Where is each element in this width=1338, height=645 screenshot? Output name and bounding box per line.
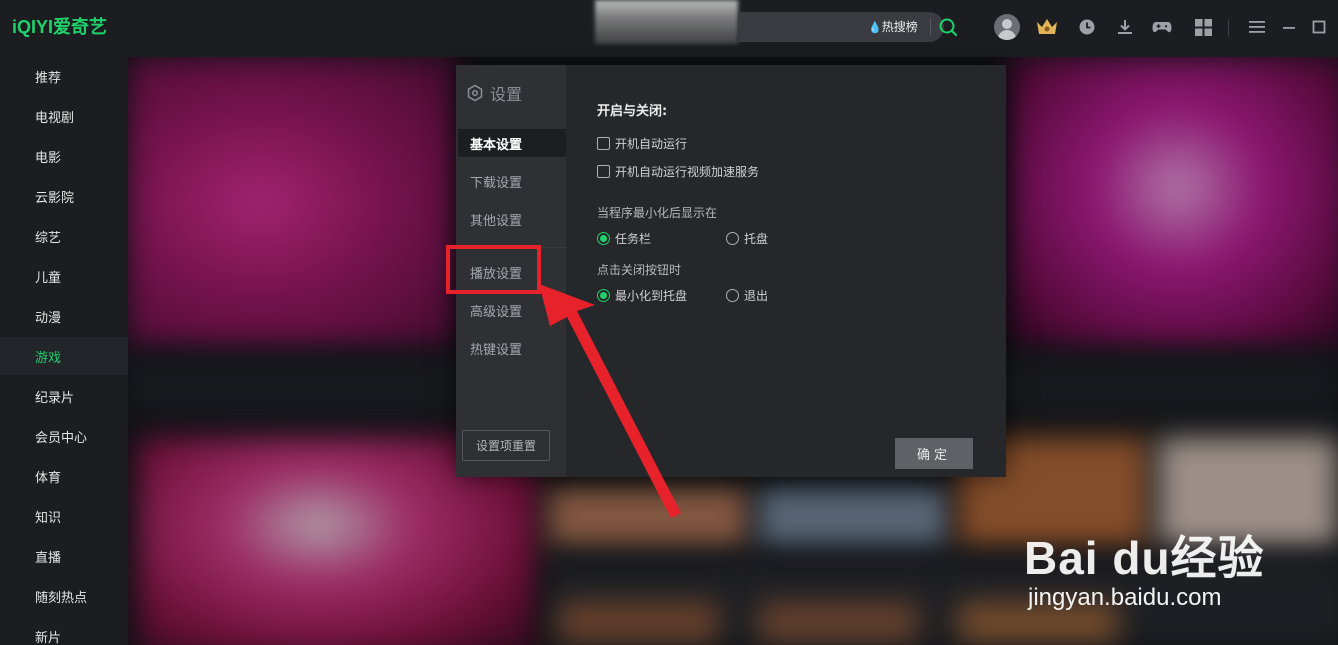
sidebar-item-label: 推荐 — [35, 70, 62, 86]
checkbox-label: 开机自动运行视频加速服务 — [615, 165, 760, 179]
settings-tab-basic[interactable]: 基本设置 — [458, 129, 566, 157]
section-title: 开启与关闭: — [597, 104, 668, 119]
history-icon[interactable] — [1074, 14, 1100, 40]
radio-button[interactable] — [726, 232, 739, 245]
sidebar-item-label: 电影 — [35, 150, 62, 166]
watermark-brand: Bai du经验 — [1024, 532, 1265, 584]
sidebar-item-cloud-cinema[interactable]: 云影院 — [0, 177, 128, 215]
checkbox-label: 开机自动运行 — [615, 137, 688, 151]
sidebar-item-games[interactable]: 游戏 — [0, 337, 128, 375]
baidu-jingyan-watermark: Bai du经验 jingyan.baidu.com — [1024, 498, 1324, 623]
radio-button[interactable] — [597, 232, 610, 245]
search-box[interactable]: 💧热搜榜 — [738, 12, 958, 42]
close-behavior-label: 点击关闭按钮时 — [597, 263, 682, 277]
sidebar-item-knowledge[interactable]: 知识 — [0, 497, 128, 535]
sidebar-item-sports[interactable]: 体育 — [0, 457, 128, 495]
settings-title: 设置 — [466, 81, 522, 105]
checkbox-box[interactable] — [597, 137, 610, 150]
iqiyi-logo[interactable]: iQIYI爱奇艺 — [12, 14, 107, 38]
sidebar-item-movies[interactable]: 电影 — [0, 137, 128, 175]
sidebar-item-label: 新片 — [35, 630, 62, 645]
close-minimize-tray-radio[interactable]: 最小化到托盘 — [597, 287, 687, 304]
confirm-button[interactable]: 确定 — [895, 438, 973, 469]
flame-icon: 💧 — [868, 21, 882, 34]
minimize-display-label: 当程序最小化后显示在 — [597, 206, 718, 220]
settings-tab-advanced[interactable]: 高级设置 — [458, 296, 566, 324]
avatar[interactable] — [994, 14, 1020, 40]
radio-label: 任务栏 — [615, 232, 652, 246]
reset-settings-button[interactable]: 设置项重置 — [462, 430, 550, 461]
topbar-divider — [1228, 20, 1229, 36]
sidebar-item-label: 云影院 — [35, 190, 75, 206]
sidebar-item-label: 纪录片 — [35, 390, 75, 406]
checkbox-box[interactable] — [597, 165, 610, 178]
sidebar-item-label: 游戏 — [35, 350, 62, 366]
close-exit-radio[interactable]: 退出 — [726, 287, 768, 304]
sidebar-item-anime[interactable]: 动漫 — [0, 297, 128, 335]
sidebar-item-label: 综艺 — [35, 230, 62, 246]
settings-tab-hotkeys[interactable]: 热键设置 — [458, 334, 566, 362]
sidebar-item-label: 儿童 — [35, 270, 62, 286]
radio-button[interactable] — [597, 289, 610, 302]
user-avatar-icon — [994, 14, 1020, 40]
hot-search-link[interactable]: 💧热搜榜 — [868, 18, 918, 35]
top-bar: 💧热搜榜 — [128, 0, 1338, 57]
radio-label: 最小化到托盘 — [615, 289, 688, 303]
logo-text: iQIYI爱奇艺 — [12, 17, 108, 37]
sidebar-item-tv-series[interactable]: 电视剧 — [0, 97, 128, 135]
watermark-url: jingyan.baidu.com — [1028, 584, 1222, 611]
settings-title-text: 设置 — [490, 85, 523, 104]
settings-tab-label: 下载设置 — [470, 175, 523, 191]
apps-icon[interactable] — [1190, 14, 1216, 40]
annotation-highlight-box — [446, 245, 541, 294]
sidebar-item-label: 直播 — [35, 550, 62, 566]
download-icon[interactable] — [1112, 14, 1138, 40]
sidebar-item-variety[interactable]: 综艺 — [0, 217, 128, 255]
sidebar: iQIYI爱奇艺 推荐 电视剧 电影 云影院 综艺 儿童 动漫 游戏 纪录片 会… — [0, 0, 128, 645]
sidebar-item-label: 知识 — [35, 510, 62, 526]
sidebar-item-new-releases[interactable]: 新片 — [0, 617, 128, 645]
app-window: iQIYI爱奇艺 推荐 电视剧 电影 云影院 综艺 儿童 动漫 游戏 纪录片 会… — [0, 0, 1338, 645]
settings-tab-label: 热键设置 — [470, 342, 523, 358]
settings-tab-label: 高级设置 — [470, 304, 523, 320]
minimize-icon[interactable] — [1276, 14, 1302, 40]
sidebar-item-vip-center[interactable]: 会员中心 — [0, 417, 128, 455]
settings-tab-other[interactable]: 其他设置 — [458, 205, 566, 233]
vip-crown-icon[interactable] — [1034, 14, 1060, 40]
settings-tab-label: 其他设置 — [470, 213, 523, 229]
search-input[interactable] — [595, 0, 738, 44]
maximize-icon[interactable] — [1306, 14, 1332, 40]
menu-icon[interactable] — [1244, 14, 1270, 40]
autostart-checkbox[interactable]: 开机自动运行 — [597, 135, 687, 152]
sidebar-item-label: 随刻热点 — [35, 590, 88, 606]
settings-tab-download[interactable]: 下载设置 — [458, 167, 566, 195]
sidebar-item-kids[interactable]: 儿童 — [0, 257, 128, 295]
sidebar-item-label: 体育 — [35, 470, 62, 486]
minimize-taskbar-radio[interactable]: 任务栏 — [597, 230, 651, 247]
autostart-accelerator-checkbox[interactable]: 开机自动运行视频加速服务 — [597, 163, 759, 180]
search-icon[interactable] — [936, 15, 960, 39]
minimize-tray-radio[interactable]: 托盘 — [726, 230, 768, 247]
sidebar-item-label: 电视剧 — [35, 110, 75, 126]
settings-content-panel: 开启与关闭: 开机自动运行 开机自动运行视频加速服务 当程序最小化后显示在 任务… — [566, 65, 1006, 477]
hot-search-label: 热搜榜 — [881, 20, 918, 34]
radio-label: 托盘 — [744, 232, 769, 246]
settings-hexagon-icon — [467, 84, 483, 102]
sidebar-item-documentary[interactable]: 纪录片 — [0, 377, 128, 415]
search-divider — [930, 18, 931, 36]
radio-label: 退出 — [744, 289, 769, 303]
sidebar-item-recommend[interactable]: 推荐 — [0, 57, 128, 95]
sidebar-item-trending[interactable]: 随刻热点 — [0, 577, 128, 615]
sidebar-item-label: 会员中心 — [35, 430, 88, 446]
settings-tab-label: 基本设置 — [470, 137, 523, 153]
sidebar-item-live[interactable]: 直播 — [0, 537, 128, 575]
sidebar-item-label: 动漫 — [35, 310, 62, 326]
radio-button[interactable] — [726, 289, 739, 302]
game-icon[interactable] — [1149, 14, 1175, 40]
